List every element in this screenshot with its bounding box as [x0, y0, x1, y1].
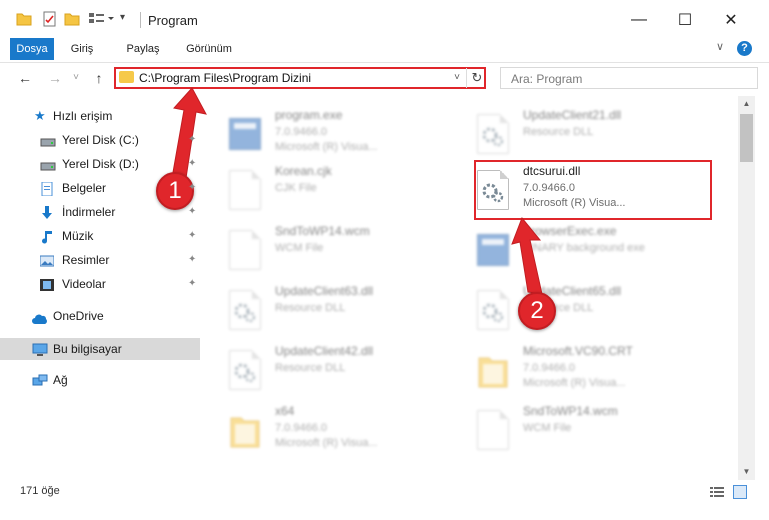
- sidebar-item-label: Yerel Disk (C:): [62, 133, 139, 147]
- sidebar-item-5[interactable]: Müzik ✦: [0, 225, 200, 247]
- pictures-icon: [39, 253, 55, 267]
- documents-icon: [40, 181, 54, 197]
- sidebar-item-2[interactable]: Yerel Disk (D:) ✦: [0, 153, 200, 175]
- arrow-2-icon: [511, 217, 543, 295]
- pin-icon[interactable]: ✦: [188, 201, 196, 223]
- pin-icon[interactable]: ✦: [188, 249, 196, 271]
- sidebar-item-label: İndirmeler: [62, 205, 116, 219]
- music-icon: [40, 229, 54, 244]
- sidebar-item-label: Resimler: [62, 253, 110, 267]
- sidebar-item-1[interactable]: Yerel Disk (C:) ✦: [0, 129, 200, 151]
- sidebar-item-6[interactable]: Resimler ✦: [0, 249, 200, 271]
- pin-icon[interactable]: ✦: [188, 153, 196, 175]
- pin-icon[interactable]: ✦: [188, 129, 196, 151]
- pin-icon[interactable]: ✦: [188, 225, 196, 247]
- sidebar-item-label: Videolar: [62, 277, 106, 291]
- sidebar-item-4[interactable]: İndirmeler ✦: [0, 201, 200, 223]
- sidebar-item-3[interactable]: Belgeler ✦: [0, 177, 200, 199]
- pin-icon[interactable]: ✦: [188, 273, 196, 295]
- sidebar-item-label: Müzik: [62, 229, 94, 243]
- sidebar-item-label: Belgeler: [62, 181, 107, 195]
- sidebar-item-label: Yerel Disk (D:): [62, 157, 139, 171]
- downloads-icon: [40, 205, 54, 219]
- pin-icon[interactable]: ✦: [188, 177, 196, 199]
- drive-icon: [40, 133, 56, 147]
- step-2-badge: 2: [518, 292, 556, 330]
- sidebar-item-7[interactable]: Videolar ✦: [0, 273, 200, 295]
- videos-icon: [40, 277, 54, 291]
- drive-icon: [40, 157, 56, 171]
